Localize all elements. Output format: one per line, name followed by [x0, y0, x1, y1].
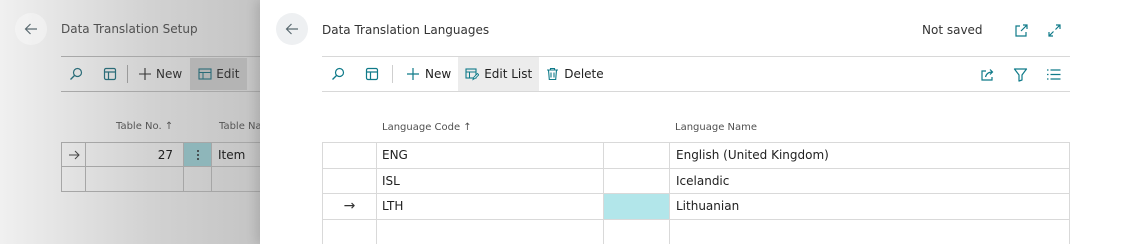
- cell-language-name[interactable]: Lithuanian: [669, 194, 1070, 219]
- row-actions-cell-selected[interactable]: [603, 194, 669, 219]
- cell-language-name[interactable]: [669, 219, 1070, 244]
- search-icon: [332, 67, 345, 80]
- share-button[interactable]: [971, 57, 1004, 91]
- background-column-header-table-name: Table Na: [219, 121, 262, 132]
- arrow-left-icon: [24, 23, 37, 35]
- delete-button-label: Delete: [564, 67, 604, 81]
- plus-icon: [139, 68, 151, 80]
- row-actions-cell[interactable]: [603, 219, 669, 244]
- arrow-right-icon: [68, 150, 80, 159]
- table-row-new[interactable]: [322, 219, 1070, 244]
- list-view-button[interactable]: [1037, 57, 1070, 91]
- page-title: Data Translation Languages: [322, 23, 490, 37]
- background-cell: [61, 167, 86, 191]
- cell-language-code[interactable]: [376, 219, 603, 244]
- row-indicator[interactable]: [322, 143, 376, 168]
- trash-icon: [546, 67, 559, 81]
- background-new-label: New: [156, 67, 183, 81]
- table-row[interactable]: ENG English (United Kingdom): [322, 143, 1070, 169]
- background-row-menu: [184, 143, 212, 166]
- cell-language-name[interactable]: Icelandic: [669, 168, 1070, 193]
- background-layout-icon: [103, 67, 117, 81]
- toolbar-right-actions: [971, 57, 1070, 91]
- background-row-indicator: [61, 143, 86, 166]
- toolbar-separator: [392, 65, 393, 83]
- background-back-button: [15, 13, 47, 45]
- edit-list-icon: [465, 67, 480, 81]
- background-cell-table-name: Item: [218, 147, 246, 162]
- back-button[interactable]: [276, 13, 308, 45]
- arrow-left-icon: [285, 23, 298, 35]
- save-status: Not saved: [922, 23, 983, 37]
- background-search-icon: [69, 67, 83, 81]
- background-column-header-table-no: Table No. ↑: [116, 121, 174, 132]
- row-actions-cell[interactable]: [603, 143, 669, 168]
- background-edit-list-button: Edit: [190, 58, 248, 90]
- table-row-current[interactable]: → LTH Lithuanian: [322, 194, 1070, 220]
- background-toolbar-separator: [127, 65, 128, 83]
- languages-grid: ENG English (United Kingdom) ISL Iceland…: [322, 142, 1070, 244]
- more-vertical-icon: [196, 149, 199, 160]
- toolbar-divider: [322, 91, 1070, 92]
- background-grid: 27 Item: [61, 142, 261, 192]
- new-button[interactable]: New: [399, 57, 458, 91]
- filter-button[interactable]: [1004, 57, 1037, 91]
- delete-button[interactable]: Delete: [539, 57, 610, 91]
- search-button[interactable]: [322, 57, 352, 91]
- background-cell: [184, 167, 212, 191]
- background-page-title: Data Translation Setup: [61, 22, 198, 36]
- cell-language-code[interactable]: LTH: [376, 194, 603, 219]
- background-cell: [212, 167, 261, 191]
- cell-language-code[interactable]: ISL: [376, 168, 603, 193]
- edit-list-button[interactable]: Edit List: [458, 57, 540, 91]
- expand-button[interactable]: [1043, 19, 1065, 41]
- background-edit-list-label: Edit: [216, 67, 240, 81]
- column-header-language-name[interactable]: Language Name: [675, 122, 757, 133]
- row-indicator[interactable]: [322, 219, 376, 244]
- data-translation-languages-panel: Data Translation Languages Not saved New…: [260, 0, 1130, 244]
- show-fact-box-button[interactable]: [352, 57, 386, 91]
- background-divider: [61, 56, 261, 57]
- open-in-new-window-button[interactable]: [1010, 19, 1032, 41]
- background-new-button: New: [138, 67, 182, 81]
- background-divider: [61, 91, 261, 92]
- background-table-row: 27 Item: [61, 142, 261, 167]
- column-header-language-code[interactable]: Language Code ↑: [382, 122, 472, 133]
- action-toolbar: New Edit List Delete: [322, 57, 1070, 91]
- filter-icon: [1013, 67, 1028, 82]
- cell-language-name[interactable]: English (United Kingdom): [669, 143, 1070, 168]
- row-indicator[interactable]: [322, 168, 376, 193]
- background-toolbar: New Edit: [61, 58, 248, 90]
- new-button-label: New: [425, 67, 452, 81]
- background-cell: [86, 167, 184, 191]
- share-icon: [981, 68, 994, 81]
- background-table-row: [61, 167, 261, 192]
- expand-icon: [1047, 23, 1061, 37]
- table-row[interactable]: ISL Icelandic: [322, 168, 1070, 194]
- row-actions-cell[interactable]: [603, 168, 669, 193]
- edit-list-icon: [198, 68, 212, 80]
- edit-list-button-label: Edit List: [484, 67, 533, 81]
- open-in-new-window-icon: [1014, 23, 1028, 37]
- cell-language-code[interactable]: ENG: [376, 143, 603, 168]
- background-cell-table-no: 27: [86, 143, 184, 166]
- current-row-indicator[interactable]: →: [322, 194, 376, 219]
- layout-panel-icon: [365, 67, 379, 81]
- list-view-icon: [1047, 68, 1061, 80]
- plus-icon: [406, 67, 420, 81]
